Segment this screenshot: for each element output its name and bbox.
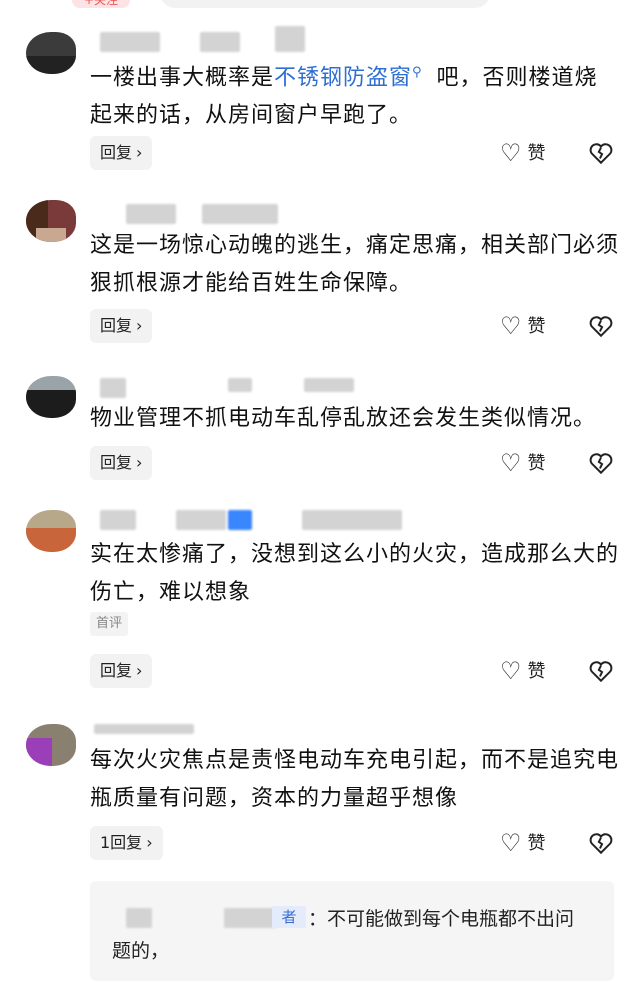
avatar[interactable]	[26, 376, 76, 418]
avatar[interactable]	[26, 32, 76, 74]
chevron-right-icon: ›	[136, 316, 143, 335]
broken-heart-icon[interactable]	[588, 450, 614, 476]
heart-outline-icon: ♡	[500, 829, 522, 857]
heart-outline-icon: ♡	[500, 312, 522, 340]
author-badge: 者	[272, 906, 306, 928]
reply-button[interactable]: 回复 ›	[90, 446, 153, 480]
comment-text: 物业管理不抓电动车乱停乱放还会发生类似情况。	[90, 406, 597, 431]
broken-heart-icon[interactable]	[588, 658, 614, 684]
like-button[interactable]: ♡ 赞	[500, 448, 546, 478]
avatar[interactable]	[26, 724, 76, 766]
search-link[interactable]: 不锈钢防盗窗	[274, 65, 412, 90]
broken-heart-icon[interactable]	[588, 313, 614, 339]
sub-reply-author-blurred[interactable]: 者	[112, 906, 308, 928]
chevron-right-icon: ›	[136, 661, 143, 680]
follow-tag[interactable]: +关注	[72, 0, 130, 8]
chevron-right-icon: ›	[136, 453, 143, 472]
avatar[interactable]	[26, 200, 76, 242]
heart-outline-icon: ♡	[500, 657, 522, 685]
chevron-right-icon: ›	[146, 833, 153, 852]
top-header-strip: +关注	[0, 0, 640, 14]
like-button[interactable]: ♡ 赞	[500, 828, 546, 858]
heart-outline-icon: ♡	[500, 449, 522, 477]
username-blurred[interactable]	[90, 202, 330, 226]
comment-text: 一楼出事大概率是不锈钢防盗窗⚲ 吧，否则楼道烧起来的话，从房间窗户早跑了。	[90, 65, 598, 129]
reply-button[interactable]: 回复 ›	[90, 309, 153, 343]
broken-heart-icon[interactable]	[588, 830, 614, 856]
like-button[interactable]: ♡ 赞	[500, 311, 546, 341]
username-blurred[interactable]	[90, 26, 310, 54]
broken-heart-icon[interactable]	[588, 140, 614, 166]
username-blurred[interactable]	[90, 376, 360, 400]
reply-button[interactable]: 回复 ›	[90, 654, 153, 688]
reply-button[interactable]: 1回复 ›	[90, 826, 163, 860]
sub-reply-box[interactable]: 者 ：不可能做到每个电瓶都不出问题的，	[90, 881, 614, 981]
heart-outline-icon: ♡	[500, 139, 522, 167]
comment-text: 每次火灾焦点是责怪电动车充电引起，而不是追究电瓶质量有问题，资本的力量超乎想像	[90, 748, 620, 811]
like-button[interactable]: ♡ 赞	[500, 656, 546, 686]
input-pill[interactable]	[160, 0, 490, 8]
like-button[interactable]: ♡ 赞	[500, 138, 546, 168]
username-blurred[interactable]	[90, 508, 410, 532]
search-icon[interactable]: ⚲	[412, 65, 423, 80]
comment-text: 这是一场惊心动魄的逃生，痛定思痛，相关部门必须狠抓根源才能给百姓生命保障。	[90, 233, 620, 296]
sub-reply-text: 者 ：不可能做到每个电瓶都不出问题的，	[112, 906, 575, 962]
avatar[interactable]	[26, 510, 76, 552]
chevron-right-icon: ›	[136, 143, 143, 162]
reply-button[interactable]: 回复 ›	[90, 136, 153, 170]
comment-text: 实在太惨痛了，没想到这么小的火灾，造成那么大的伤亡，难以想象	[90, 542, 620, 605]
first-comment-badge: 首评	[90, 612, 129, 636]
